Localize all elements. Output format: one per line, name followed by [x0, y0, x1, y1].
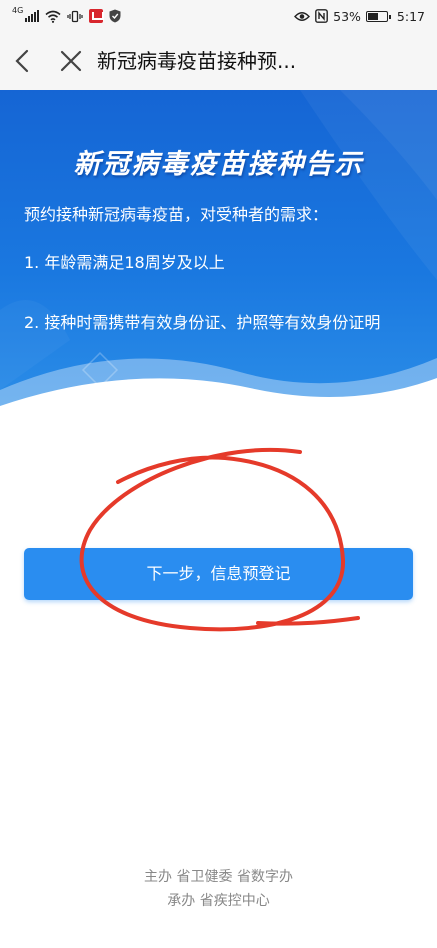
- nfc-icon: [315, 9, 329, 23]
- status-right: 53% 5:17: [294, 7, 425, 25]
- status-bar: 4G 53% 5:17: [0, 0, 437, 32]
- page-title: 新冠病毒疫苗接种预...: [97, 49, 297, 73]
- signal-icon: [25, 10, 40, 22]
- nav-bar: 新冠病毒疫苗接种预...: [0, 32, 437, 90]
- chevron-left-icon[interactable]: [10, 45, 36, 77]
- banner-wave: [0, 358, 437, 420]
- network-type: 4G: [12, 6, 24, 15]
- status-left: 4G: [12, 7, 121, 25]
- eye-icon: [294, 11, 311, 21]
- organizer-text: 主办 省卫健委 省数字办: [144, 869, 293, 885]
- next-step-button[interactable]: 下一步，信息预登记: [24, 548, 413, 600]
- battery-icon: [365, 10, 391, 22]
- shield-icon: [109, 9, 121, 23]
- vibrate-icon: [67, 10, 83, 22]
- footer: 主办 省卫健委 省数字办 承办 省疾控中心: [0, 865, 437, 913]
- wifi-icon: [45, 10, 61, 23]
- app-badge-icon: [89, 9, 105, 23]
- undertaker-text: 承办 省疾控中心: [167, 893, 270, 909]
- clock-time: 5:17: [396, 8, 425, 24]
- close-icon[interactable]: [56, 45, 86, 77]
- notice-banner: 新冠病毒疫苗接种告示 预约接种新冠病毒疫苗，对受种者的需求： 1. 年龄需满足1…: [0, 90, 437, 420]
- battery-percent: 53%: [333, 8, 361, 24]
